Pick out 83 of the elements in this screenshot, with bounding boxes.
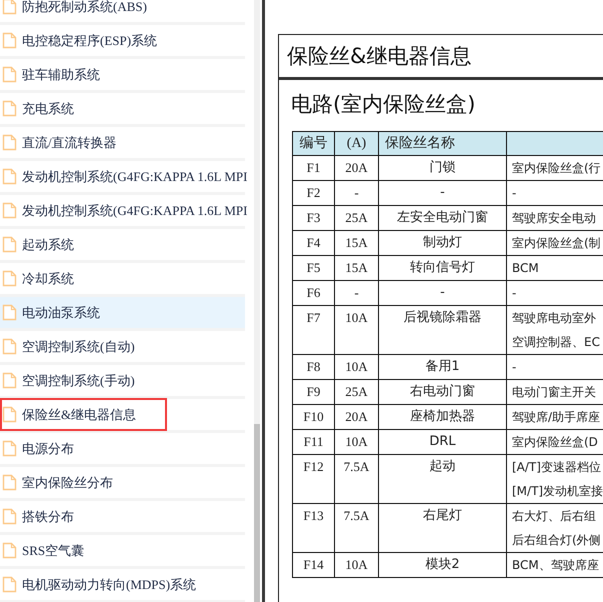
- table-cell: 制动灯: [378, 230, 506, 256]
- sidebar-item[interactable]: 室内保险丝分布: [0, 467, 245, 498]
- table-cell: 10A: [334, 552, 378, 578]
- sidebar-item[interactable]: 充电系统: [0, 93, 245, 124]
- document-title: 保险丝&继电器信息: [287, 43, 472, 70]
- table-cell: F3: [292, 206, 334, 230]
- table-cell: -: [378, 180, 506, 206]
- document-icon: [2, 576, 17, 593]
- column-header: 保险丝名称: [378, 132, 506, 156]
- table-cell: 右电动门窗: [378, 380, 506, 404]
- table-cell: F10: [292, 404, 334, 430]
- table-cell: 20A: [334, 156, 378, 180]
- table-cell: 7.5A: [334, 454, 378, 504]
- table-cell: 15A: [334, 256, 378, 280]
- table-cell: 门锁: [378, 156, 506, 180]
- document-icon: [2, 168, 17, 185]
- sidebar-item[interactable]: 发动机控制系统(G4FG:KAPPA 1.6L MPI: [0, 161, 245, 192]
- table-cell: 25A: [334, 206, 378, 230]
- sidebar-item[interactable]: 电动油泵系统: [0, 297, 245, 328]
- table-cell: 模块2: [378, 552, 506, 578]
- document-icon: [2, 100, 17, 117]
- document-icon: [2, 236, 17, 253]
- sidebar-item[interactable]: 电源分布: [0, 433, 245, 464]
- document-icon: [2, 32, 17, 49]
- document-icon: [2, 202, 17, 219]
- table-cell: 座椅加热器: [378, 404, 506, 430]
- sidebar-item[interactable]: 电控稳定程序(ESP)系统: [0, 25, 245, 56]
- table-cell: F8: [292, 354, 334, 380]
- table-cell: -: [334, 280, 378, 306]
- table-cell: F12: [292, 454, 334, 504]
- table-cell: F4: [292, 230, 334, 256]
- document-icon: [2, 440, 17, 457]
- table-cell: 10A: [334, 354, 378, 380]
- table-cell: 备用1: [378, 354, 506, 380]
- sidebar-item[interactable]: 起动系统: [0, 229, 245, 260]
- document-icon: [2, 406, 17, 423]
- table-cell: F13: [292, 504, 334, 552]
- table-cell: F5: [292, 256, 334, 280]
- sidebar-item[interactable]: 直流/直流转换器: [0, 127, 245, 158]
- table-cell: F11: [292, 430, 334, 454]
- sidebar-item[interactable]: 保险丝&继电器信息: [0, 399, 245, 430]
- table-cell: 10A: [334, 430, 378, 454]
- table-cell: F2: [292, 180, 334, 206]
- column-header: 编号: [292, 132, 334, 156]
- table-cell: 15A: [334, 230, 378, 256]
- document-icon: [2, 474, 17, 491]
- sidebar-item[interactable]: SRS空气囊: [0, 535, 245, 566]
- sidebar-item[interactable]: 冷却系统: [0, 263, 245, 294]
- document-icon: [2, 0, 17, 15]
- table-cell: DRL: [378, 430, 506, 454]
- column-header: (A): [334, 132, 378, 156]
- document-icon: [2, 338, 17, 355]
- table-cell: 左安全电动门窗: [378, 206, 506, 230]
- table-cell: 10A: [334, 306, 378, 354]
- table-cell: F14: [292, 552, 334, 578]
- sidebar-item[interactable]: 搭铁分布: [0, 501, 245, 532]
- document-icon: [2, 66, 17, 83]
- document-icon: [2, 270, 17, 287]
- sidebar-item[interactable]: 驻车辅助系统: [0, 59, 245, 90]
- document-icon: [2, 372, 17, 389]
- table-cell: -: [378, 280, 506, 306]
- section-heading: 电路(室内保险丝盒): [291, 91, 476, 118]
- document-icon: [2, 304, 17, 321]
- scrollbar[interactable]: [254, 0, 260, 602]
- table-cell: F9: [292, 380, 334, 404]
- document-icon: [2, 134, 17, 151]
- table-cell: 起动: [378, 454, 506, 504]
- table-cell: 20A: [334, 404, 378, 430]
- table-cell: 后视镜除霜器: [378, 306, 506, 354]
- sidebar-item[interactable]: 电机驱动动力转向(MDPS)系统: [0, 569, 245, 600]
- table-cell: F6: [292, 280, 334, 306]
- sidebar-item[interactable]: 空调控制系统(自动): [0, 331, 245, 362]
- table-cell: 右尾灯: [378, 504, 506, 552]
- table-cell: 7.5A: [334, 504, 378, 552]
- table-cell: 25A: [334, 380, 378, 404]
- sidebar-item[interactable]: 发动机控制系统(G4FG:KAPPA 1.6L MPI: [0, 195, 245, 226]
- document-icon: [2, 508, 17, 525]
- table-cell: F1: [292, 156, 334, 180]
- table-cell: 转向信号灯: [378, 256, 506, 280]
- sidebar-item[interactable]: 空调控制系统(手动): [0, 365, 245, 396]
- table-cell: F7: [292, 306, 334, 354]
- document-icon: [2, 542, 17, 559]
- table-cell: -: [334, 180, 378, 206]
